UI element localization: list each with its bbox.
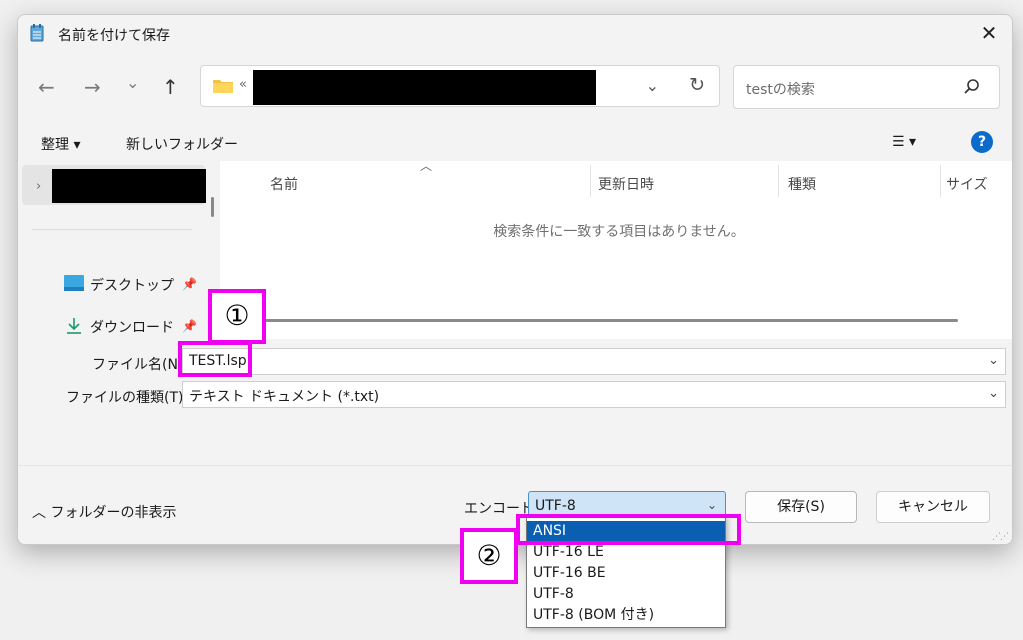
column-header-size[interactable]: サイズ <box>946 174 988 194</box>
search-placeholder: testの検索 <box>746 82 815 98</box>
address-dropdown-icon[interactable]: ⌄ <box>646 76 659 95</box>
download-icon <box>67 318 81 334</box>
nav-divider <box>32 229 192 230</box>
command-bar: 整理 ▾ 新しいフォルダー ☰ ▾ ? <box>18 125 1012 161</box>
nav-selected-item[interactable]: › <box>22 165 206 205</box>
address-bar[interactable]: « ⌄ ↻ <box>200 65 720 107</box>
navigation-bar: ← → ⌄ ↑ « ⌄ ↻ testの検索 <box>18 53 1012 115</box>
chevron-up-icon: ︿ <box>32 505 51 521</box>
notepad-icon <box>30 24 44 42</box>
save-as-dialog: 名前を付けて保存 ✕ ← → ⌄ ↑ « ⌄ ↻ testの検索 整理 ▾ 新し… <box>17 14 1013 545</box>
forward-arrow-icon[interactable]: → <box>84 77 101 97</box>
annotation-highlight-ansi <box>516 514 741 545</box>
hide-folders-toggle[interactable]: ︿ フォルダーの非表示 <box>32 502 176 522</box>
hide-folders-label: フォルダーの非表示 <box>50 505 177 521</box>
view-options-icon[interactable]: ☰ ▾ <box>892 134 916 150</box>
sidebar-item-desktop[interactable]: デスクトップ <box>90 275 174 295</box>
nav-scrollbar[interactable] <box>211 197 214 217</box>
folder-icon <box>213 80 233 93</box>
pin-icon: 📌 <box>182 319 197 333</box>
filetype-select[interactable]: テキスト ドキュメント (*.txt) ⌄ <box>182 381 1006 408</box>
refresh-icon[interactable]: ↻ <box>689 74 705 96</box>
column-header-name[interactable]: 名前 <box>270 174 298 194</box>
empty-message: 検索条件に一致する項目はありません。 <box>493 224 745 240</box>
close-button[interactable]: ✕ <box>966 15 1012 51</box>
sort-ascending-icon: ︿ <box>420 159 433 173</box>
desktop-icon <box>64 275 84 291</box>
help-icon[interactable]: ? <box>971 131 993 153</box>
search-icon[interactable] <box>963 78 981 96</box>
filetype-label: ファイルの種類(T): <box>66 390 189 406</box>
column-separator[interactable] <box>590 165 591 197</box>
annotation-marker-2: ② <box>460 528 518 584</box>
encoding-option-utf16le[interactable]: UTF-16 LE <box>527 542 725 563</box>
expand-chevron-icon[interactable]: › <box>36 179 41 194</box>
new-folder-button[interactable]: 新しいフォルダー <box>126 134 238 154</box>
title-bar: 名前を付けて保存 ✕ <box>18 15 1012 53</box>
annotation-highlight-filename <box>178 341 252 377</box>
horizontal-scrollbar[interactable] <box>256 319 958 322</box>
file-form: ファイル名(N): TEST.lsp ⌄ ファイルの種類(T): テキスト ドキ… <box>18 339 1012 465</box>
cancel-button[interactable]: キャンセル <box>876 491 990 523</box>
encoding-option-utf8[interactable]: UTF-8 <box>527 584 725 605</box>
annotation-marker-1: ① <box>208 289 266 344</box>
filename-input[interactable]: TEST.lsp ⌄ <box>182 348 1006 375</box>
chevron-down-icon: ⌄ <box>706 498 717 512</box>
encoding-option-utf16be[interactable]: UTF-16 BE <box>527 563 725 584</box>
back-arrow-icon[interactable]: ← <box>38 77 55 97</box>
sidebar-item-downloads[interactable]: ダウンロード <box>90 317 174 337</box>
redacted-location <box>52 169 206 203</box>
filetype-value: テキスト ドキュメント (*.txt) <box>189 389 380 405</box>
chevron-down-icon[interactable]: ⌄ <box>988 386 999 401</box>
column-header-type[interactable]: 種類 <box>788 174 816 194</box>
column-separator[interactable] <box>778 165 779 197</box>
pin-icon: 📌 <box>182 277 197 291</box>
encoding-option-utf8-bom[interactable]: UTF-8 (BOM 付き) <box>527 605 725 626</box>
search-box[interactable]: testの検索 <box>733 65 1000 109</box>
breadcrumb-overflow-icon[interactable]: « <box>239 77 247 92</box>
redacted-path <box>253 70 596 105</box>
resize-grip-icon[interactable]: ⋰⋰ <box>992 532 1009 542</box>
column-header-modified[interactable]: 更新日時 <box>598 174 654 194</box>
window-title: 名前を付けて保存 <box>58 28 170 44</box>
encoding-value: UTF-8 <box>535 498 576 514</box>
filename-label: ファイル名(N): <box>92 357 189 373</box>
recent-locations-chevron-icon[interactable]: ⌄ <box>126 73 139 93</box>
up-arrow-icon[interactable]: ↑ <box>162 77 179 97</box>
navigation-pane: › デスクトップ 📌 ダウンロード 📌 <box>18 161 220 339</box>
organize-menu[interactable]: 整理 ▾ <box>41 134 80 154</box>
chevron-down-icon[interactable]: ⌄ <box>988 353 999 368</box>
file-list: ︿ 名前 更新日時 種類 サイズ 検索条件に一致する項目はありません。 <box>224 159 1012 339</box>
save-button[interactable]: 保存(S) <box>745 491 857 523</box>
main-area: › デスクトップ 📌 ダウンロード 📌 ︿ 名前 更新日時 種類 サイズ 検索条… <box>18 159 1012 339</box>
column-separator[interactable] <box>940 165 941 197</box>
